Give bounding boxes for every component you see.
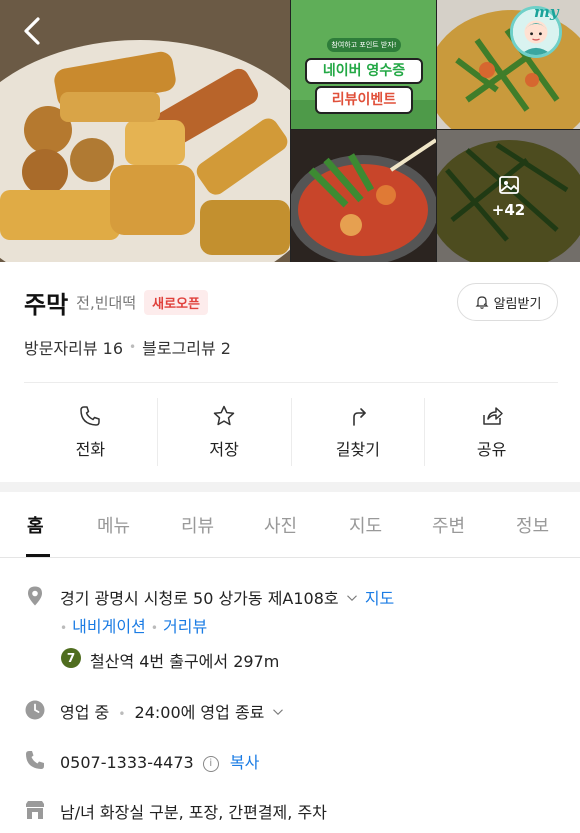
tab-home[interactable]: 홈 (27, 512, 44, 538)
call-label: 전화 (75, 440, 106, 459)
store-icon (24, 799, 46, 821)
navigation-link[interactable]: 내비게이션 (72, 617, 146, 636)
event-banner-line2: 리뷰이벤트 (315, 86, 413, 114)
tab-review[interactable]: 리뷰 (181, 512, 214, 538)
map-link[interactable]: 지도 (365, 589, 394, 608)
food-photo-3[interactable] (291, 130, 436, 262)
address-row: 경기 광명시 시청로 50 상가동 제A108호 지도 (60, 585, 394, 609)
more-photos-overlay[interactable]: +42 (437, 130, 580, 262)
place-name: 주막 (24, 291, 69, 319)
review-summary: 방문자리뷰 16 • 블로그리뷰 2 (24, 335, 231, 359)
back-button[interactable] (16, 14, 50, 48)
active-tab-indicator (26, 554, 50, 557)
separator-dot: • (129, 340, 137, 354)
subway-line-badge: 7 (61, 648, 81, 668)
save-button[interactable]: 저장 (158, 398, 292, 466)
call-button[interactable]: 전화 (24, 398, 158, 466)
navigation-row: • 내비게이션 • 거리뷰 (60, 613, 207, 637)
facilities-text: 남/녀 화장실 구분, 포장, 간편결제, 주차 (60, 803, 327, 822)
subway-text: 철산역 4번 출구에서 297m (90, 652, 280, 671)
alarm-button[interactable]: 알림받기 (457, 283, 558, 321)
copy-button[interactable]: 복사 (230, 753, 259, 772)
blog-review-link[interactable]: 블로그리뷰 2 (142, 335, 231, 359)
tab-menu[interactable]: 메뉴 (97, 512, 130, 538)
tab-info[interactable]: 정보 (516, 512, 549, 538)
tab-map[interactable]: 지도 (349, 512, 382, 538)
separator-dot: • (60, 621, 68, 635)
tab-nearby[interactable]: 주변 (432, 512, 465, 538)
hours-text: 24:00에 영업 종료 (134, 703, 265, 722)
event-banner-top-text: 참여하고 포인트 받자! (327, 38, 401, 52)
separator-dot: • (118, 707, 126, 721)
tab-photo[interactable]: 사진 (264, 512, 297, 538)
my-label: my (534, 3, 559, 21)
directions-button[interactable]: 길찾기 (292, 398, 426, 466)
share-button[interactable]: 공유 (425, 398, 558, 466)
alarm-button-label: 알림받기 (493, 296, 542, 312)
save-label: 저장 (209, 440, 239, 459)
action-bar: 전화 저장 길찾기 공유 (24, 398, 558, 466)
address-text: 경기 광명시 시청로 50 상가동 제A108호 (60, 589, 339, 608)
streetview-link[interactable]: 거리뷰 (163, 617, 207, 636)
image-icon (498, 176, 519, 194)
share-label: 공유 (476, 440, 507, 459)
phone-icon (24, 749, 46, 771)
chevron-down-icon[interactable] (344, 589, 360, 608)
phone-icon (80, 406, 101, 426)
hours-status: 영업 중 (60, 703, 110, 722)
separator-dot: • (150, 621, 158, 635)
section-divider (0, 482, 580, 492)
share-icon (482, 407, 503, 425)
event-banner-line1: 네이버 영수증 (305, 58, 423, 84)
divider (24, 382, 558, 383)
star-icon (213, 405, 235, 426)
place-category: 전,빈대떡 (76, 294, 137, 312)
place-title-row: 주막 전,빈대떡 새로오픈 (24, 285, 208, 320)
visitor-review-link[interactable]: 방문자리뷰 16 (24, 335, 123, 359)
phone-row: 0507-1333-4473 i 복사 (60, 749, 259, 773)
info-icon[interactable]: i (202, 755, 219, 772)
hours-row[interactable]: 영업 중 • 24:00에 영업 종료 (60, 699, 286, 723)
chevron-left-icon (24, 17, 40, 45)
bell-icon (475, 296, 489, 309)
directions-icon (353, 408, 366, 426)
tab-bar: 홈 메뉴 리뷰 사진 지도 주변 정보 (0, 492, 580, 558)
phone-number[interactable]: 0507-1333-4473 (60, 753, 194, 772)
new-open-badge: 새로오픈 (144, 290, 208, 315)
photo-gallery[interactable]: 참여하고 포인트 받자! 네이버 영수증 리뷰이벤트 +42 my (0, 0, 580, 262)
clock-icon (24, 699, 46, 721)
location-pin-icon (24, 585, 46, 607)
directions-label: 길찾기 (335, 440, 380, 459)
more-photos-count: +42 (491, 201, 526, 219)
chevron-down-icon[interactable] (270, 703, 286, 722)
review-event-banner: 참여하고 포인트 받자! 네이버 영수증 리뷰이벤트 (301, 36, 427, 124)
